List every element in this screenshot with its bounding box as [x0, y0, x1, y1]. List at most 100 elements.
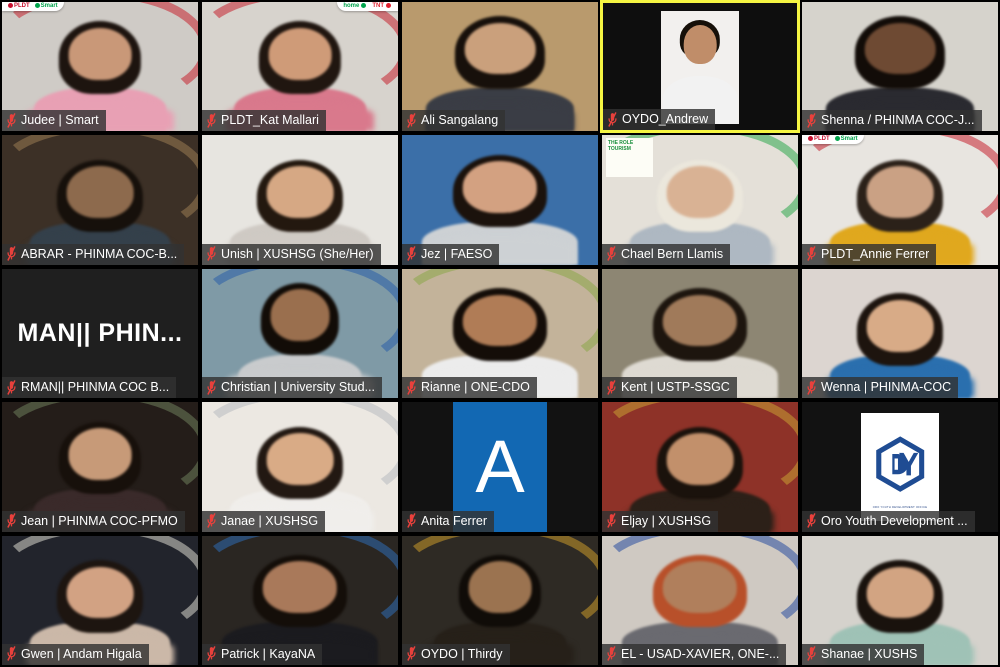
- participant-tile[interactable]: PLDT Smart Judee | Smart: [0, 0, 200, 134]
- participant-face: [68, 428, 132, 480]
- participant-name-bar: Shenna / PHINMA COC-J...: [802, 110, 982, 132]
- participant-name-bar: Jez | FAESO: [402, 243, 500, 265]
- video-gallery-grid: PLDT Smart Judee | Smart home TNT PLDT_Kat Ma…: [0, 0, 1000, 667]
- microphone-muted-icon: [806, 246, 817, 262]
- participant-name-bar: Eljay | XUSHSG: [602, 510, 719, 532]
- microphone-muted-icon: [406, 246, 417, 262]
- participant-face: [866, 299, 934, 352]
- microphone-muted-icon: [606, 646, 617, 662]
- participant-tile[interactable]: Rianne | ONE-CDO: [400, 266, 600, 401]
- participant-name-label: Eljay | XUSHSG: [621, 513, 712, 528]
- participant-tile[interactable]: Shenna / PHINMA COC-J...: [800, 0, 1000, 134]
- microphone-muted-icon: [206, 379, 217, 395]
- participant-face: [864, 22, 936, 75]
- microphone-muted-icon: [406, 646, 417, 662]
- participant-name-bar: Patrick | KayaNA: [202, 643, 323, 665]
- microphone-muted-icon: [6, 513, 17, 528]
- participant-face: [66, 566, 134, 619]
- microphone-muted-icon: [607, 111, 618, 127]
- participant-name-bar: Wenna | PHINMA-COC: [802, 377, 959, 399]
- participant-name-bar: Oro Youth Development ...: [802, 510, 975, 532]
- participant-tile[interactable]: ORO YOUTH DEVELOPMENT OFFICE Oro Youth De…: [800, 400, 1000, 534]
- microphone-muted-icon: [606, 513, 617, 528]
- participant-face: [662, 294, 738, 347]
- participant-name-label: OYDO_Andrew: [622, 112, 709, 127]
- microphone-muted-icon: [606, 379, 617, 395]
- participant-name-label: Shanae | XUSHS: [821, 646, 918, 661]
- microphone-muted-icon: [606, 246, 617, 262]
- participant-name-label: Oro Youth Development ...: [821, 513, 968, 528]
- participant-tile[interactable]: EL - USAD-XAVIER, ONE-...: [600, 533, 800, 667]
- participant-tile[interactable]: Gwen | Andam Higala: [0, 533, 200, 667]
- participant-name-bar: Janae | XUSHSG: [202, 510, 326, 532]
- brand-badge-pldt-smart: PLDT Smart: [2, 2, 64, 11]
- participant-face: [464, 22, 536, 75]
- participant-name-bar: Judee | Smart: [2, 110, 106, 132]
- participant-tile[interactable]: Wenna | PHINMA-COC: [800, 266, 1000, 401]
- tnt-logo: TNT: [372, 3, 392, 9]
- microphone-muted-icon: [206, 246, 217, 262]
- participant-tile[interactable]: Patrick | KayaNA: [200, 533, 400, 667]
- participant-tile[interactable]: ABRAR - PHINMA COC-B...: [0, 133, 200, 267]
- participant-name-bar: Anita Ferrer: [402, 510, 494, 532]
- participant-name-label: Jean | PHINMA COC-PFMO: [21, 513, 178, 528]
- microphone-muted-icon: [406, 379, 417, 395]
- participant-tile[interactable]: A Anita Ferrer: [400, 400, 600, 534]
- pldt-logo: PLDT: [808, 136, 830, 142]
- participant-tile[interactable]: Christian | University Stud...: [200, 266, 400, 401]
- participant-tile[interactable]: THE ROLE TOURISM Chael Bern Llamis: [600, 133, 800, 267]
- participant-name-bar: Ali Sangalang: [402, 110, 506, 132]
- participant-tile[interactable]: PLDT Smart PLDT_Annie Ferrer: [800, 133, 1000, 267]
- oydo-logo-tile: ORO YOUTH DEVELOPMENT OFFICE: [860, 412, 940, 522]
- participant-tile[interactable]: MAN|| PHIN... RMAN|| PHINMA COC B...: [0, 266, 200, 401]
- participant-face: [268, 27, 332, 80]
- participant-name-label: EL - USAD-XAVIER, ONE-...: [621, 646, 780, 661]
- smart-logo: Smart: [34, 3, 58, 9]
- participant-face: [462, 161, 538, 214]
- participant-tile[interactable]: Janae | XUSHSG: [200, 400, 400, 534]
- participant-tile[interactable]: Jean | PHINMA COC-PFMO: [0, 400, 200, 534]
- participant-name-label: Rianne | ONE-CDO: [421, 380, 530, 395]
- participant-name-label: Jez | FAESO: [421, 246, 493, 261]
- participant-tile[interactable]: Unish | XUSHSG (She/Her): [200, 133, 400, 267]
- microphone-muted-icon: [206, 513, 217, 528]
- participant-face: [68, 27, 132, 80]
- participant-face: [866, 566, 934, 619]
- microphone-muted-icon: [406, 112, 417, 128]
- participant-name-bar: PLDT_Kat Mallari: [202, 110, 326, 132]
- participant-tile[interactable]: Eljay | XUSHSG: [600, 400, 800, 534]
- participant-name-label: RMAN|| PHINMA COC B...: [21, 380, 170, 395]
- oydo-logo-caption: ORO YOUTH DEVELOPMENT OFFICE: [872, 505, 928, 509]
- participant-name-label: OYDO | Thirdy: [421, 646, 503, 661]
- brand-badge-home-tnt: home TNT: [337, 2, 398, 11]
- participant-tile[interactable]: Ali Sangalang: [400, 0, 600, 134]
- participant-name-label: PLDT_Kat Mallari: [221, 113, 319, 128]
- participant-tile[interactable]: OYDO | Thirdy: [400, 533, 600, 667]
- participant-name-label: Gwen | Andam Higala: [21, 646, 142, 661]
- participant-face: [866, 166, 934, 219]
- participant-name-bar: ABRAR - PHINMA COC-B...: [2, 243, 185, 265]
- microphone-muted-icon: [6, 112, 17, 128]
- participant-name-label: Kent | USTP-SSGC: [621, 380, 730, 395]
- participant-name-label: Anita Ferrer: [421, 513, 487, 528]
- participant-name-bar: OYDO_Andrew: [603, 109, 716, 131]
- participant-tile[interactable]: Kent | USTP-SSGC: [600, 266, 800, 401]
- participant-name-bar: Chael Bern Llamis: [602, 243, 731, 265]
- participant-name-label: ABRAR - PHINMA COC-B...: [21, 246, 178, 261]
- microphone-muted-icon: [206, 112, 217, 128]
- participant-name-label: Unish | XUSHSG (She/Her): [221, 246, 374, 261]
- participant-face: [66, 166, 134, 219]
- participant-name-label: Chael Bern Llamis: [621, 246, 724, 261]
- participant-face: [666, 166, 734, 219]
- participant-tile[interactable]: Jez | FAESO: [400, 133, 600, 267]
- participant-name-bar: Christian | University Stud...: [202, 377, 382, 399]
- participant-tile[interactable]: OYDO_Andrew: [600, 0, 800, 134]
- microphone-muted-icon: [806, 112, 817, 128]
- participant-face: [666, 433, 734, 485]
- participant-face: [270, 289, 330, 342]
- participant-name-label: PLDT_Annie Ferrer: [821, 246, 930, 261]
- participant-tile[interactable]: Shanae | XUSHS: [800, 533, 1000, 667]
- participant-name-bar: OYDO | Thirdy: [402, 643, 510, 665]
- participant-tile[interactable]: home TNT PLDT_Kat Mallari: [200, 0, 400, 134]
- participant-name-label: Janae | XUSHSG: [221, 513, 319, 528]
